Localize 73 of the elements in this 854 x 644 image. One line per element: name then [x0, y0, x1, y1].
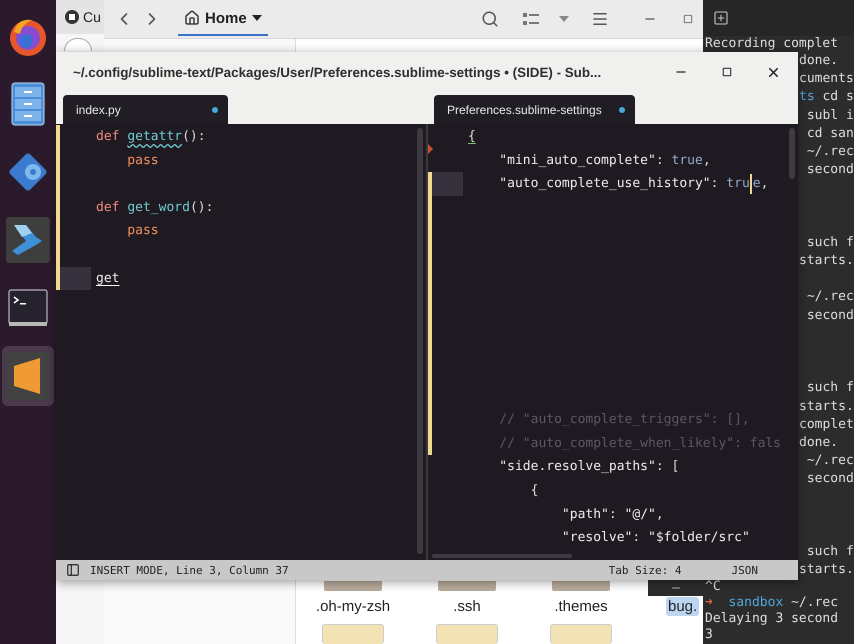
editor-pane[interactable]: def getattr(): pass def get_word(): pass get — [56, 124, 426, 560]
terminal-line: subl i — [806, 108, 854, 123]
menu-icon[interactable] — [591, 10, 609, 28]
home-icon — [184, 10, 200, 26]
terminal-line: complet — [799, 416, 854, 432]
image-thumbnail[interactable] — [436, 624, 498, 644]
maximize-icon[interactable] — [683, 14, 693, 24]
terminal-line: such f — [806, 234, 854, 250]
code-line: "auto_complete_use_history": tru e, — [468, 172, 768, 196]
new-tab-icon[interactable] — [713, 10, 729, 26]
code-line: "resolve": "$folder/src" — [560, 529, 750, 548]
code-line: "side.resolve_paths": [ — [498, 458, 680, 476]
code-line: "mini_auto_complete": true, — [498, 152, 711, 170]
terminal-line: Recording complet — [705, 36, 838, 51]
horizontal-scrollbar[interactable] — [432, 554, 572, 558]
list-view-icon[interactable] — [523, 12, 539, 26]
file-tab[interactable]: index.py — [63, 95, 228, 124]
terminal-line: second — [806, 308, 854, 323]
sidebar-toggle-icon[interactable] — [66, 563, 80, 577]
code-line: "path": "@/", — [560, 506, 664, 524]
browser-tab[interactable]: Cu — [83, 9, 101, 25]
tab-size-label[interactable]: Tab Size: 4 — [608, 564, 682, 576]
terminal-line: ~/.rec — [806, 289, 854, 304]
file-tab[interactable]: Preferences.sublime-settings — [434, 95, 635, 124]
terminal-line: ts cd s — [799, 89, 854, 104]
terminal-line: 3 — [705, 627, 713, 642]
caret-icon[interactable] — [559, 16, 569, 22]
code-line: { — [530, 482, 538, 500]
terminal-line: starts. — [799, 398, 854, 414]
editor-pane[interactable]: { "mini_auto_complete": true, "auto_complete_use_history": tru e, // "auto_complete_triggers": [], // "auto_complete_when_likely": fals "side.resolve_paths": [ { "path": "@/", "resolve": "$folder/src" — [428, 124, 798, 560]
code-line: // "auto_complete_triggers": [], — [498, 411, 750, 430]
code-line: // "auto_complete_when_likely": fals — [498, 434, 782, 453]
terminal-line: cuments — [799, 71, 854, 86]
scrollbar-thumb[interactable] — [417, 128, 423, 554]
terminal-line: ~/.rec — [806, 453, 854, 468]
terminal-line: second — [806, 471, 854, 486]
caret-icon — [252, 15, 262, 21]
terminal-line: such f — [806, 380, 854, 396]
file-cabinet-icon — [11, 82, 45, 126]
dock-item[interactable] — [2, 346, 54, 406]
terminal-line: starts. — [799, 253, 854, 268]
arrow-shape-icon — [6, 217, 50, 263]
code-line: get — [96, 270, 120, 288]
terminal-line: done. — [799, 53, 838, 68]
file-name[interactable]: .themes — [552, 597, 610, 616]
image-thumbnail[interactable] — [550, 624, 612, 644]
code-line: def getattr(): — [96, 128, 206, 146]
status-text: INSERT MODE, Line 3, Column 37 — [90, 564, 289, 576]
terminal-line: second — [806, 162, 854, 178]
location-button[interactable]: Home — [178, 2, 268, 36]
terminal-icon — [8, 289, 48, 327]
syntax-label[interactable]: JSON — [732, 564, 758, 576]
image-thumbnail[interactable] — [322, 624, 384, 644]
file-name[interactable]: .oh-my-zsh — [314, 597, 392, 616]
terminal-line: ~/.rec — [806, 144, 854, 159]
terminal-line: starts. — [799, 562, 854, 578]
terminal-line: ^C — [705, 579, 721, 594]
terminal-line: cd san — [806, 126, 854, 141]
terminal-line: such f — [806, 544, 854, 560]
window-title: ~/.config/sublime-text/Packages/User/Preferences.sublime-settings • (SIDE) - Sub... — [73, 64, 602, 80]
code-line: pass — [126, 152, 159, 170]
code-line: { — [468, 128, 476, 146]
terminal-line: done. — [799, 434, 838, 450]
file-name[interactable]: .ssh — [451, 597, 483, 616]
code-line: pass — [126, 222, 159, 240]
maximize-icon — [722, 67, 732, 77]
file-name[interactable]: bug. — [666, 597, 700, 616]
code-line: def get_word(): — [96, 198, 214, 217]
terminal-line: ➜ sandbox ~/.rec — [705, 595, 838, 610]
search-icon[interactable] — [481, 10, 499, 28]
scrollbar-thumb[interactable] — [789, 128, 795, 180]
tab-favicon-icon — [64, 9, 80, 25]
terminal-line: Delaying 3 second — [705, 611, 838, 626]
